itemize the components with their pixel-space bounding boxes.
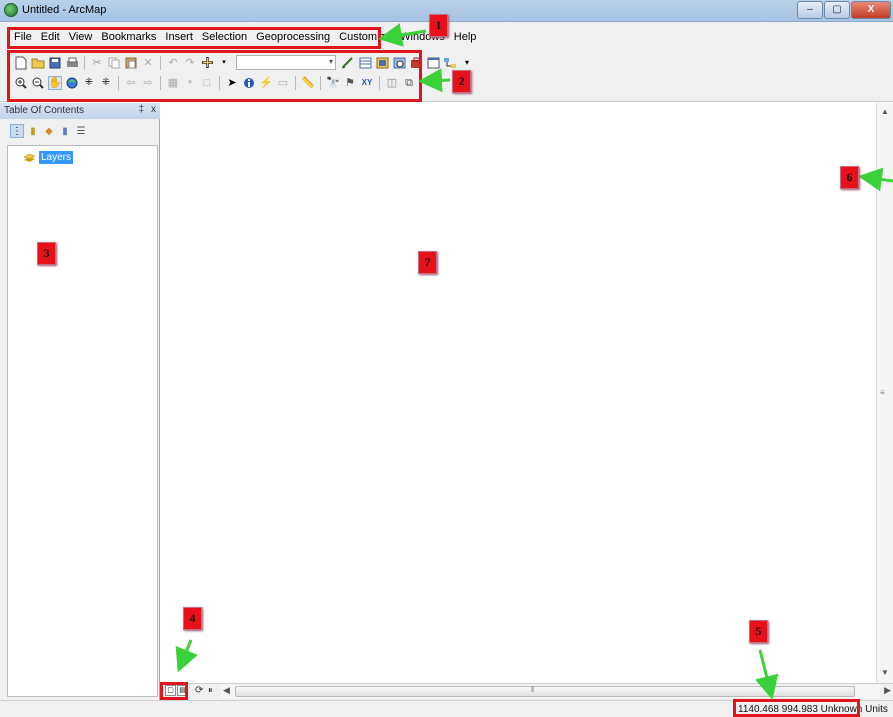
list-by-source-icon[interactable]: ▮: [26, 124, 40, 138]
maximize-button[interactable]: ▢: [824, 1, 850, 19]
arcmap-icon: [4, 3, 18, 17]
annotation-5: 5: [749, 620, 768, 643]
refresh-icon[interactable]: ⟳: [195, 685, 203, 696]
menu-help[interactable]: Help: [454, 31, 477, 43]
menu-bar-highlight: [7, 27, 381, 49]
scroll-down-icon[interactable]: ▼: [881, 668, 889, 677]
toc-header: Table Of Contents ‡ x: [0, 103, 160, 119]
toc-toolbar: ⋮ ▮ ◆ ▮ ☰: [10, 124, 88, 138]
annotation-6: 6: [840, 166, 859, 189]
status-coordinates-highlight: [733, 699, 860, 717]
close-icon[interactable]: x: [151, 104, 156, 115]
minimize-button[interactable]: –: [797, 1, 823, 19]
list-by-drawing-order-icon[interactable]: ⋮: [10, 124, 24, 138]
scroll-left-icon[interactable]: ◀: [223, 685, 230, 696]
layers-icon: [23, 152, 36, 163]
window-title: Untitled - ArcMap: [22, 4, 107, 16]
annotation-2: 2: [452, 70, 471, 93]
annotation-3: 3: [37, 242, 56, 265]
annotation-4: 4: [183, 607, 202, 630]
python-icon[interactable]: [426, 56, 440, 70]
layers-data-frame[interactable]: Layers: [23, 151, 74, 164]
pause-drawing-icon[interactable]: ⏸: [208, 685, 213, 696]
options-icon[interactable]: ☰: [74, 124, 88, 138]
table-of-contents: Table Of Contents ‡ x ⋮ ▮ ◆ ▮ ☰ Layers: [0, 103, 160, 700]
window-controls: – ▢ X: [796, 1, 891, 19]
list-by-visibility-icon[interactable]: ◆: [42, 124, 56, 138]
vertical-scrollbar[interactable]: ▲ ≡ ▼: [876, 103, 893, 683]
toolbar-highlight: [7, 50, 422, 102]
annotation-1: 1: [429, 14, 448, 37]
close-button[interactable]: X: [851, 1, 891, 19]
model-builder-icon[interactable]: [443, 56, 457, 70]
list-by-selection-icon[interactable]: ▮: [58, 124, 72, 138]
scroll-right-icon[interactable]: ▶: [884, 685, 891, 696]
annotation-7: 7: [418, 251, 437, 274]
pin-icon[interactable]: ‡: [138, 104, 144, 115]
scroll-grip-icon: ⦀: [531, 685, 535, 694]
more-icon[interactable]: ▾: [460, 56, 474, 70]
map-display[interactable]: [161, 103, 876, 683]
scroll-up-icon[interactable]: ▲: [881, 107, 889, 116]
toc-title: Table Of Contents: [4, 105, 85, 116]
layers-label[interactable]: Layers: [39, 151, 74, 164]
view-bar: ▢ ▤ ⟳ ⏸ ◀ ⦀ ▶: [161, 683, 893, 700]
horizontal-scrollbar[interactable]: ◀ ⦀ ▶: [221, 685, 891, 698]
scroll-grip-icon: ≡: [880, 388, 885, 397]
toc-tree: Layers: [7, 145, 158, 697]
scroll-thumb[interactable]: [235, 686, 855, 697]
view-buttons-highlight: [160, 682, 188, 700]
